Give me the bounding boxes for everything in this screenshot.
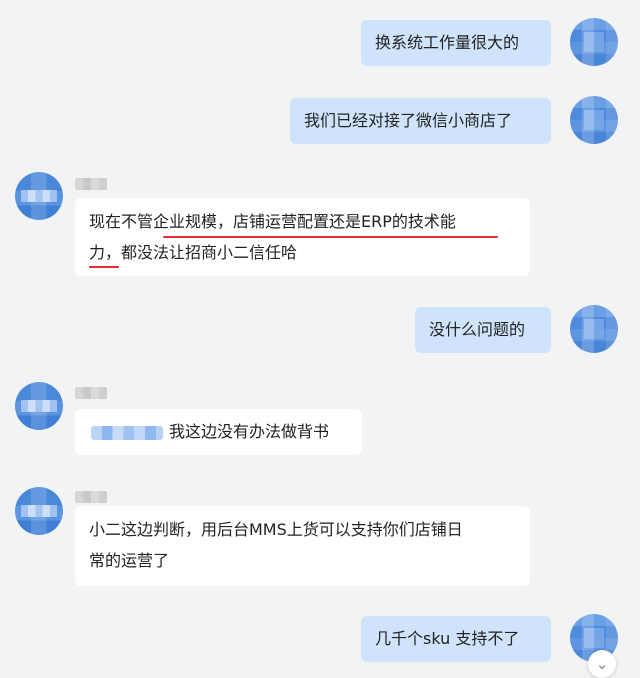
message-bubble-incoming[interactable]: 我这边没有办法做背书 xyxy=(75,409,362,455)
contact-name-blurred xyxy=(75,491,107,503)
chat-window: 换系统工作量很大的 我们已经对接了微信小商店了 现在不管企业规模，店铺运营配置还… xyxy=(0,0,640,678)
my-avatar[interactable] xyxy=(570,96,618,144)
scroll-to-bottom-button[interactable]: ⌄ xyxy=(588,650,616,678)
contact-name-blurred xyxy=(75,387,107,399)
mentioned-name-blurred xyxy=(91,425,163,440)
chevron-double-down-icon: ⌄ xyxy=(595,654,609,673)
message-bubble-outgoing[interactable]: 我们已经对接了微信小商店了 xyxy=(290,98,551,144)
my-avatar[interactable] xyxy=(570,18,618,66)
highlight-underline xyxy=(163,236,498,238)
message-bubble-outgoing[interactable]: 没什么问题的 xyxy=(415,307,551,353)
message-line: 现在不管企业规模，店铺运营配置还是ERP的技术能 xyxy=(89,212,456,231)
contact-avatar[interactable] xyxy=(15,172,63,220)
message-bubble-outgoing[interactable]: 换系统工作量很大的 xyxy=(361,20,551,66)
message-line: 小二这边判断，用后台MMS上货可以支持你们店铺日 xyxy=(89,520,463,539)
message-bubble-outgoing[interactable]: 几千个sku 支持不了 xyxy=(361,616,551,662)
message-line: 力，都没法让招商小二信任哈 xyxy=(89,243,298,262)
my-avatar[interactable] xyxy=(570,305,618,353)
message-text: 我这边没有办法做背书 xyxy=(169,422,330,441)
highlight-underline xyxy=(89,266,119,268)
contact-name-blurred xyxy=(75,178,107,190)
contact-avatar[interactable] xyxy=(15,382,63,430)
message-bubble-incoming[interactable]: 小二这边判断，用后台MMS上货可以支持你们店铺日 常的运营了 xyxy=(75,506,530,586)
contact-avatar[interactable] xyxy=(15,487,63,535)
message-line: 常的运营了 xyxy=(89,551,170,570)
